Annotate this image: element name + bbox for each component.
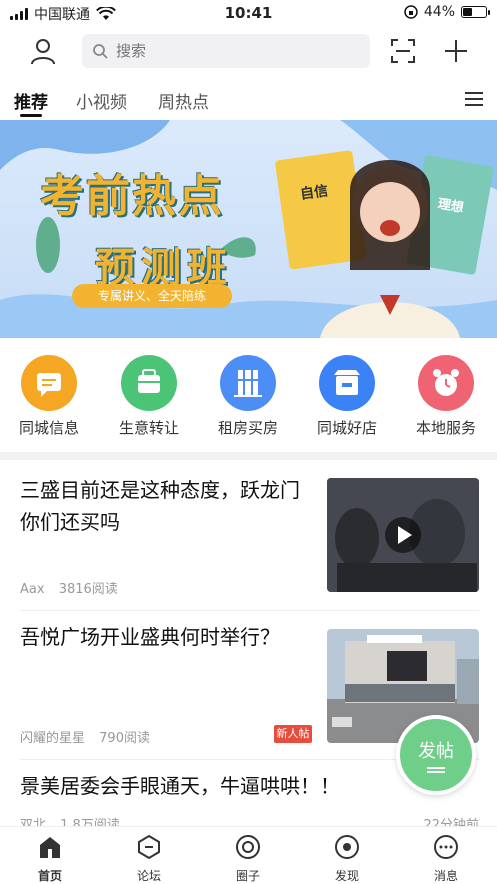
quick-link-label: 租房买房 [217,419,278,437]
building-icon [220,355,276,411]
banner-title: 考前热点 [40,171,224,222]
news-item[interactable]: 三盛目前还是这种态度，跃龙门你们还买吗 Aax 3816阅读 [0,460,497,610]
news-reads: 790阅读 [99,731,150,746]
quick-link-local-services[interactable]: 本地服务 [401,355,491,438]
status-bar: 中国联通 10:41 44% [0,0,497,26]
feed-tabs: 推荐 小视频 周热点 [0,80,497,120]
quick-link-label: 同城信息 [18,419,79,437]
news-title: 吾悦广场开业盛典何时举行？ [20,625,280,649]
news-meta: Aax 3816阅读 [20,578,118,597]
status-right: 44% [404,4,490,20]
orientation-lock-icon [404,5,418,19]
quick-link-label: 本地服务 [415,419,476,437]
section-separator [0,452,497,460]
new-user-post-badge: 新人帖 [274,725,312,743]
banner-background [0,120,497,338]
menu-icon[interactable] [465,91,483,107]
quick-link-rent-buy-house[interactable]: 租房买房 [203,355,293,438]
circle-icon [236,835,260,859]
discover-icon [335,835,359,859]
shop-bag-icon [121,355,177,411]
tab-short-video[interactable]: 小视频 [76,88,127,113]
top-bar [0,28,497,74]
nav-label: 消息 [433,869,458,883]
post-fab-label: 发帖 [418,741,454,762]
quick-link-label: 生意转让 [118,419,179,437]
news-title: 景美居委会手眼通天，牛逼哄哄！！ [20,774,340,798]
news-reads: 3816阅读 [58,582,118,597]
tab-recommend[interactable]: 推荐 [14,88,48,113]
nav-label: 发现 [334,869,359,883]
search-input[interactable] [82,34,370,68]
bottom-nav: 首页 论坛 圈子 发现 消息 [0,826,497,883]
quick-link-business-transfer[interactable]: 生意转让 [104,355,194,438]
news-reads: 1.8万阅读 [60,818,120,826]
user-profile-icon[interactable] [28,36,58,66]
news-author: Aax [20,582,45,597]
search-icon [93,44,108,59]
news-author: 闪耀的星星 [20,731,86,746]
nav-label: 圈子 [235,869,260,883]
news-meta: 双北 1.8万阅读 [20,814,120,826]
news-title: 三盛目前还是这种态度，跃龙门你们还买吗 [20,478,300,534]
banner-tagline: 专属讲义、全天陪练 [72,284,232,308]
home-icon [40,837,60,858]
nav-discover[interactable]: 发现 [317,833,377,884]
post-lines-icon [427,767,445,773]
chat-icon [21,355,77,411]
news-meta: 闪耀的星星 790阅读 [20,727,150,746]
post-fab-button[interactable]: 发帖 [396,715,476,795]
tab-weekly-hot[interactable]: 周热点 [158,88,209,113]
store-icon [319,355,375,411]
news-video-thumbnail[interactable] [327,478,479,592]
battery-percent: 44% [423,4,455,20]
nav-forum[interactable]: 论坛 [119,833,179,884]
add-icon[interactable] [443,38,469,64]
forum-icon [138,834,160,860]
quick-link-local-info[interactable]: 同城信息 [4,355,94,438]
message-icon [434,835,458,859]
battery-icon [461,6,490,18]
nav-home[interactable]: 首页 [20,833,80,884]
alarm-icon [418,355,474,411]
news-time: 22分钟前 [423,818,479,826]
nav-messages[interactable]: 消息 [416,833,476,884]
nav-label: 论坛 [136,869,161,883]
nav-circle[interactable]: 圈子 [218,833,278,884]
tab-active-indicator [20,114,42,117]
nav-label: 首页 [37,869,62,883]
banner-book-left: 自信 [299,183,330,203]
battery-level [463,8,472,16]
news-author: 双北 [20,818,47,826]
scan-icon[interactable] [390,38,416,64]
video-scene [327,478,479,592]
quick-links: 同城信息 生意转让 租房买房 同城好店 本地服务 [0,355,497,447]
promo-banner[interactable]: 考前热点 预测班 专属讲义、全天陪练 自信 理想 [0,120,497,338]
quick-link-label: 同城好店 [316,419,377,437]
quick-link-good-stores[interactable]: 同城好店 [302,355,392,438]
